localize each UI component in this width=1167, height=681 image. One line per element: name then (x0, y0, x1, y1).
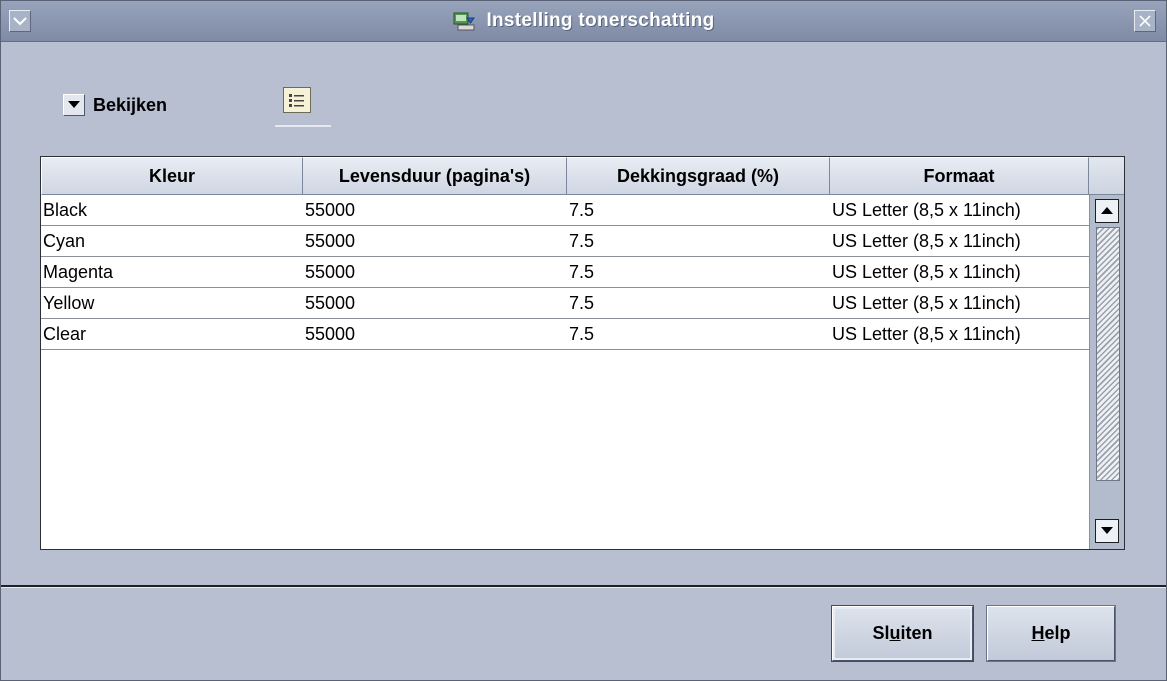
table-row[interactable]: Cyan 55000 7.5 US Letter (8,5 x 11inch) (41, 226, 1089, 257)
toner-table: Kleur Levensduur (pagina's) Dekkingsgraa… (40, 156, 1125, 550)
close-button[interactable]: Sluiten (831, 605, 974, 662)
scroll-up-button[interactable] (1095, 199, 1119, 223)
cell-levensduur: 55000 (305, 293, 356, 313)
window-title: Instelling tonerschatting (486, 10, 715, 31)
cell-formaat: US Letter (8,5 x 11inch) (832, 262, 1021, 282)
arrow-down-icon (1101, 527, 1113, 534)
printer-settings-icon (453, 12, 476, 31)
table-header: Kleur Levensduur (pagina's) Dekkingsgraa… (41, 157, 1089, 195)
title-bar[interactable]: Instelling tonerschatting (1, 1, 1166, 42)
cell-formaat: US Letter (8,5 x 11inch) (832, 293, 1021, 313)
cell-formaat: US Letter (8,5 x 11inch) (832, 200, 1021, 220)
help-button[interactable]: Help (986, 605, 1116, 662)
close-button-label: Sluiten (872, 623, 933, 643)
table-row[interactable]: Black 55000 7.5 US Letter (8,5 x 11inch) (41, 195, 1089, 226)
arrow-up-icon (1101, 207, 1113, 214)
cell-levensduur: 55000 (305, 231, 356, 251)
table-row[interactable]: Yellow 55000 7.5 US Letter (8,5 x 11inch… (41, 288, 1089, 319)
table-header-corner (1089, 157, 1124, 195)
cell-dekkingsgraad: 7.5 (569, 293, 595, 313)
scroll-down-button[interactable] (1095, 519, 1119, 543)
cell-kleur: Magenta (43, 262, 114, 282)
cell-kleur: Cyan (43, 231, 86, 251)
close-window-button[interactable] (1134, 10, 1156, 32)
dropdown-arrow-icon (63, 94, 85, 116)
list-view-icon[interactable] (283, 87, 311, 113)
cell-kleur: Yellow (43, 293, 95, 313)
dialog-window: Instelling tonerschatting Bekijken Kleur… (0, 0, 1167, 681)
scrollbar-thumb[interactable] (1096, 227, 1120, 481)
cell-formaat: US Letter (8,5 x 11inch) (832, 231, 1021, 251)
cell-formaat: US Letter (8,5 x 11inch) (832, 324, 1021, 344)
divider-highlight (1, 587, 1166, 588)
column-header-levensduur[interactable]: Levensduur (pagina's) (303, 157, 567, 195)
cell-levensduur: 55000 (305, 324, 356, 344)
table-row[interactable]: Magenta 55000 7.5 US Letter (8,5 x 11inc… (41, 257, 1089, 288)
column-header-kleur[interactable]: Kleur (41, 157, 303, 195)
view-dropdown[interactable]: Bekijken (63, 93, 167, 117)
close-icon (1139, 15, 1151, 27)
cell-dekkingsgraad: 7.5 (569, 262, 595, 282)
table-body: Black 55000 7.5 US Letter (8,5 x 11inch)… (41, 195, 1089, 350)
column-header-formaat[interactable]: Formaat (830, 157, 1089, 195)
view-label: Bekijken (93, 94, 168, 115)
cell-kleur: Clear (43, 324, 87, 344)
vertical-scrollbar[interactable] (1089, 195, 1124, 549)
help-button-label: Help (1031, 623, 1071, 643)
cell-dekkingsgraad: 7.5 (569, 200, 595, 220)
cell-levensduur: 55000 (305, 262, 356, 282)
cell-dekkingsgraad: 7.5 (569, 231, 595, 251)
table-row[interactable]: Clear 55000 7.5 US Letter (8,5 x 11inch) (41, 319, 1089, 350)
cell-levensduur: 55000 (305, 200, 356, 220)
column-header-dekkingsgraad[interactable]: Dekkingsgraad (%) (567, 157, 830, 195)
cell-kleur: Black (43, 200, 88, 220)
list-view-indicator (275, 125, 331, 127)
cell-dekkingsgraad: 7.5 (569, 324, 595, 344)
